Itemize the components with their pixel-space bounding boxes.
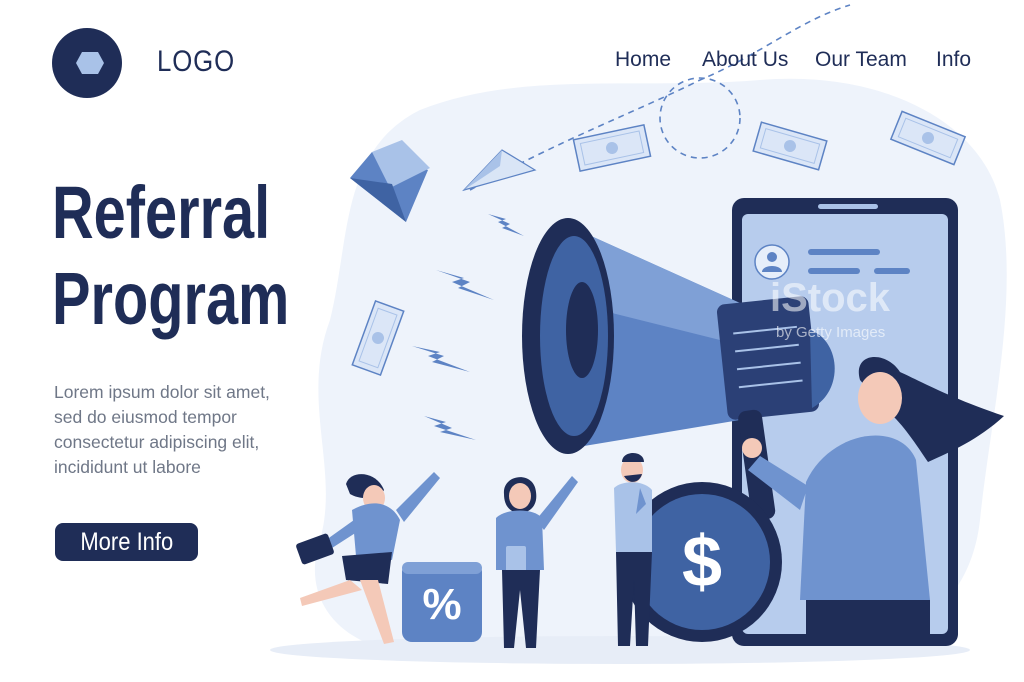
logo-label[interactable]: LOGO <box>157 45 235 79</box>
hero-title: Referral Program <box>52 170 290 342</box>
nav-info[interactable]: Info <box>936 48 971 78</box>
hero-title-line: Referral <box>52 171 271 254</box>
logo-hexagon-icon[interactable] <box>52 28 122 98</box>
nav-about-us[interactable]: About Us <box>702 48 788 78</box>
watermark-brand: iStock <box>770 276 891 320</box>
nav-home[interactable]: Home <box>615 48 671 78</box>
watermark-credit-text: by Getty Images <box>776 324 886 341</box>
landing-page: % $ LOGO Home About Us Our Team Info Ref… <box>0 0 1024 682</box>
user-avatar-icon <box>754 244 790 280</box>
nav-our-team[interactable]: Our Team <box>815 48 907 78</box>
hero-description-line: incididunt ut labore <box>54 457 201 477</box>
watermark-credit: by Getty Images <box>776 324 885 341</box>
more-info-button-label: More Info <box>80 528 173 556</box>
percent-symbol: % <box>422 580 462 629</box>
more-info-button[interactable]: More Info <box>55 523 198 561</box>
watermark: iStock <box>770 278 890 318</box>
hero-description-line: Lorem ipsum dolor sit amet, <box>54 382 270 402</box>
hero-description-line: consectetur adipiscing elit, <box>54 432 260 452</box>
dollar-symbol: $ <box>681 522 723 602</box>
hero-description-line: sed do eiusmod tempor <box>54 407 237 427</box>
hero-description: Lorem ipsum dolor sit amet, sed do eiusm… <box>54 380 314 480</box>
hero-title-line: Program <box>52 257 290 340</box>
